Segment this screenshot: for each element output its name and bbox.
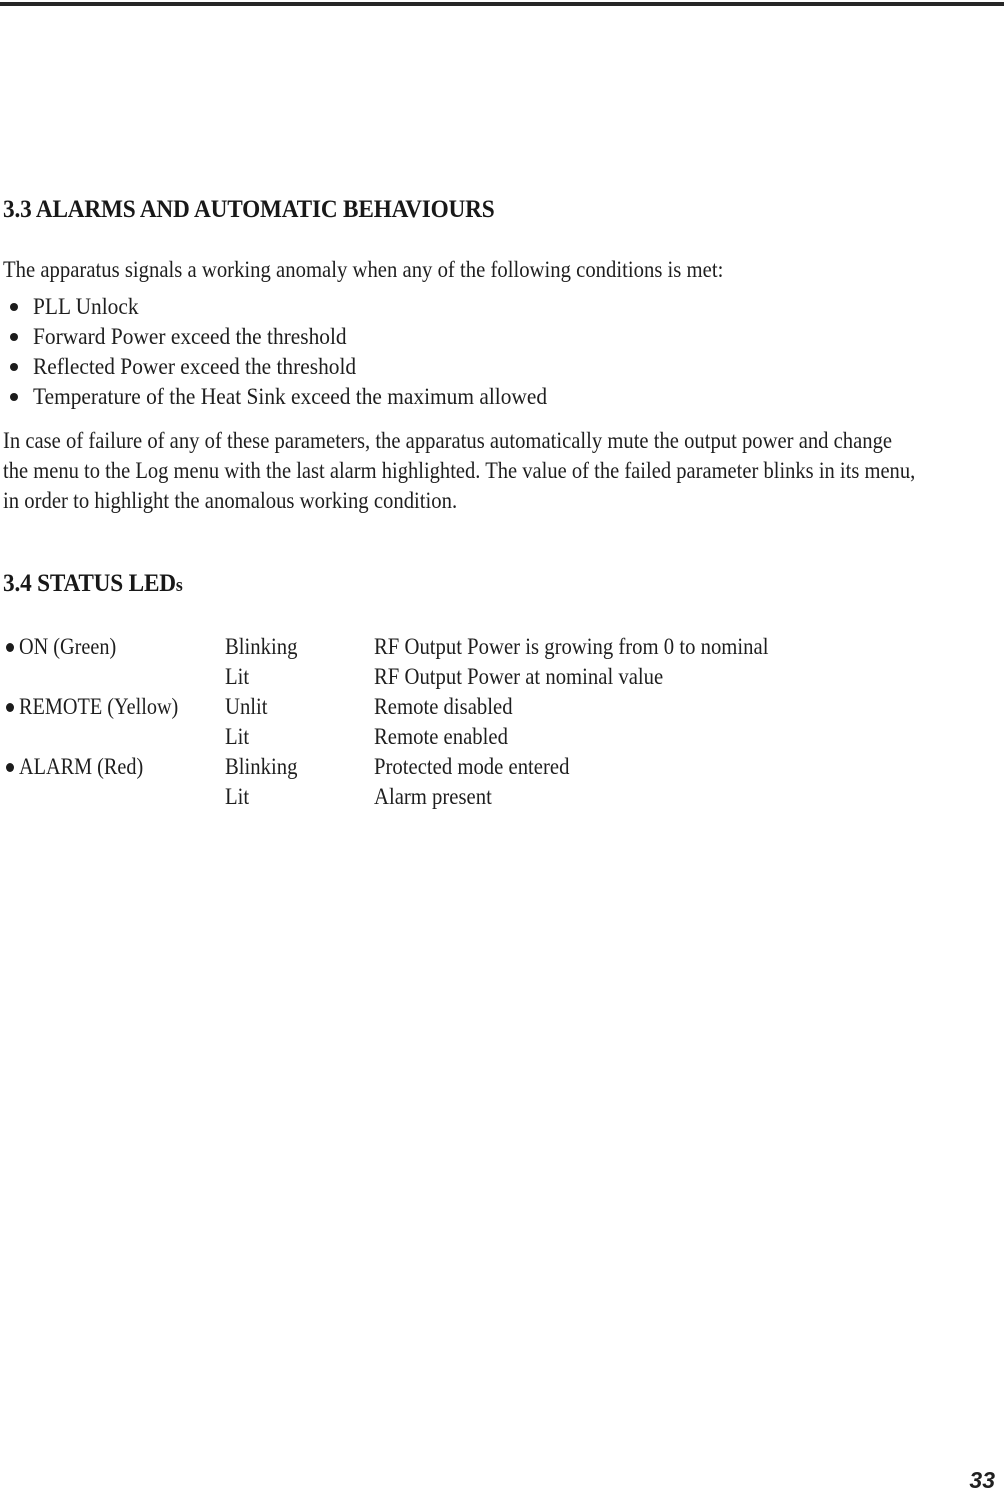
table-row: ALARM (Red) Blinking Protected mode ente… bbox=[3, 752, 1003, 782]
led-description: Alarm present bbox=[374, 784, 492, 809]
page-top-rule bbox=[0, 2, 1004, 6]
manual-page: 3.3 ALARMS AND AUTOMATIC BEHAVIOURS The … bbox=[0, 0, 1004, 1502]
led-description: Remote enabled bbox=[374, 724, 508, 749]
led-name: ALARM (Red) bbox=[19, 754, 144, 779]
table-row: Lit Alarm present bbox=[3, 782, 1003, 812]
table-row: REMOTE (Yellow) Unlit Remote disabled bbox=[3, 692, 1003, 722]
led-state: Lit bbox=[225, 664, 250, 689]
bullet-dot-icon bbox=[10, 393, 18, 401]
led-description: RF Output Power is growing from 0 to nom… bbox=[374, 634, 769, 659]
table-row: Lit RF Output Power at nominal value bbox=[3, 662, 1003, 692]
section-3-3-paragraph-line-2: the menu to the Log menu with the last a… bbox=[3, 458, 916, 483]
section-heading-3-4-suffix: s bbox=[175, 575, 183, 596]
page-number: 33 bbox=[969, 1467, 995, 1493]
list-item: Forward Power exceed the threshold bbox=[3, 322, 803, 352]
bullet-dot-icon bbox=[6, 643, 14, 652]
section-3-3-paragraph-line-1: In case of failure of any of these param… bbox=[3, 428, 893, 453]
led-description: RF Output Power at nominal value bbox=[374, 664, 664, 689]
section-3-3-intro-text: The apparatus signals a working anomaly … bbox=[3, 257, 724, 282]
table-row: Lit Remote enabled bbox=[3, 722, 1003, 752]
led-name: ON (Green) bbox=[19, 634, 117, 659]
list-item-label: Temperature of the Heat Sink exceed the … bbox=[33, 384, 548, 409]
list-item-label: PLL Unlock bbox=[33, 294, 139, 319]
section-heading-3-4: 3.4 STATUS LEDs bbox=[3, 570, 183, 598]
led-name: REMOTE (Yellow) bbox=[19, 694, 179, 719]
bullet-dot-icon bbox=[6, 763, 14, 772]
bullet-dot-icon bbox=[10, 363, 18, 371]
bullet-dot-icon bbox=[6, 703, 14, 712]
bullet-dot-icon bbox=[10, 333, 18, 341]
section-heading-3-4-main: 3.4 STATUS LED bbox=[3, 570, 176, 597]
status-led-table: ON (Green) Blinking RF Output Power is g… bbox=[3, 632, 1003, 812]
list-item: PLL Unlock bbox=[3, 292, 803, 322]
table-row: ON (Green) Blinking RF Output Power is g… bbox=[3, 632, 1003, 662]
list-item-label: Forward Power exceed the threshold bbox=[33, 324, 347, 349]
led-state: Lit bbox=[225, 784, 250, 809]
section-heading-3-3: 3.3 ALARMS AND AUTOMATIC BEHAVIOURS bbox=[3, 196, 495, 223]
list-item: Reflected Power exceed the threshold bbox=[3, 352, 803, 382]
led-description: Protected mode entered bbox=[374, 754, 570, 779]
led-state: Blinking bbox=[225, 634, 298, 659]
led-state: Lit bbox=[225, 724, 250, 749]
led-description: Remote disabled bbox=[374, 694, 513, 719]
alarm-conditions-list: PLL Unlock Forward Power exceed the thre… bbox=[3, 292, 803, 412]
section-3-3-paragraph-line-3: in order to highlight the anomalous work… bbox=[3, 488, 458, 513]
list-item-label: Reflected Power exceed the threshold bbox=[33, 354, 357, 379]
led-state: Unlit bbox=[225, 694, 268, 719]
list-item: Temperature of the Heat Sink exceed the … bbox=[3, 382, 803, 412]
bullet-dot-icon bbox=[10, 303, 18, 311]
led-state: Blinking bbox=[225, 754, 298, 779]
